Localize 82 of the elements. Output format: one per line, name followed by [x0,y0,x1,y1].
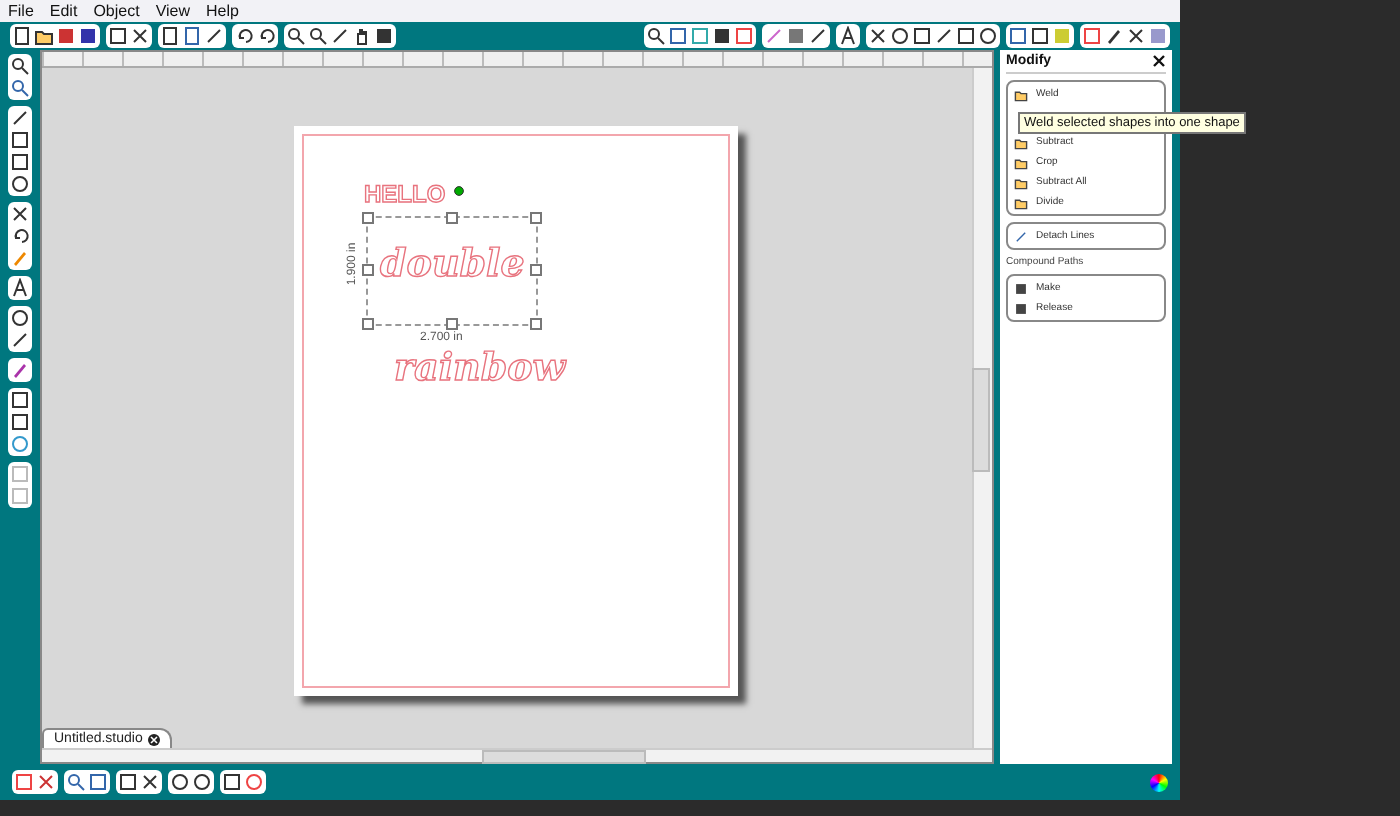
ellipse-icon[interactable] [10,174,30,194]
design-text: double [380,246,525,284]
grid-icon[interactable] [668,26,688,46]
knife-icon[interactable] [10,330,30,350]
point-edit-icon[interactable] [10,78,30,98]
trace-icon[interactable] [978,26,998,46]
pan-hand-icon[interactable] [352,26,372,46]
text-style-icon[interactable] [838,26,858,46]
draw-line-icon[interactable] [10,108,30,128]
curve-icon[interactable] [10,226,30,246]
rounded-rectangle-icon[interactable] [10,152,30,172]
save-icon[interactable] [56,26,76,46]
color-fill-icon[interactable] [10,360,30,380]
offset-icon[interactable] [1030,26,1050,46]
resize-handle[interactable] [362,318,374,330]
resize-handle[interactable] [362,264,374,276]
line-style-icon[interactable] [764,26,784,46]
cut-icon[interactable] [130,26,150,46]
design-text: rainbow [394,350,566,388]
store-icon[interactable] [10,412,30,432]
design-text: HELLO [364,182,446,206]
rotate-handle[interactable] [454,186,464,196]
zoom-in-icon[interactable] [286,26,306,46]
new-document-icon[interactable] [12,26,32,46]
resize-handle[interactable] [446,212,458,224]
pen-icon [1014,229,1028,243]
zoom-out-icon[interactable] [308,26,328,46]
knife-icon[interactable] [808,26,828,46]
hide-icon[interactable] [244,772,264,792]
copy-icon[interactable] [160,26,180,46]
line-color-icon[interactable] [734,26,754,46]
library-icon[interactable] [10,390,30,410]
fit-page-icon[interactable] [374,26,394,46]
color-wheel-icon[interactable] [1150,773,1168,791]
expand-icon[interactable] [1126,26,1146,46]
zoom-select-icon[interactable] [330,26,350,46]
group-icon[interactable] [14,772,34,792]
menu-item[interactable]: File [8,1,34,21]
replicate-icon[interactable] [956,26,976,46]
duplicate-icon[interactable] [88,772,108,792]
rotate-icon[interactable] [890,26,910,46]
ungroup-icon[interactable] [36,772,56,792]
unlink-icon[interactable] [192,772,212,792]
move-icon[interactable] [868,26,888,46]
delete-icon[interactable] [140,772,160,792]
resize-handle[interactable] [530,318,542,330]
paste-icon[interactable] [182,26,202,46]
modify-icon[interactable] [1008,26,1028,46]
resize-handle[interactable] [362,212,374,224]
shear-icon[interactable] [934,26,954,46]
print-icon[interactable] [108,26,128,46]
clear-icon[interactable] [204,26,224,46]
eyedropper-icon[interactable] [1104,26,1124,46]
menu-item[interactable]: Edit [49,1,78,21]
resize-handle[interactable] [446,318,458,330]
select-icon[interactable] [10,56,30,76]
page-setup-icon[interactable] [646,26,666,46]
align-icon[interactable] [786,26,806,46]
shapes-icon [1014,87,1028,101]
scroll-thumb[interactable] [972,368,990,472]
save-as-icon[interactable] [78,26,98,46]
menu-item[interactable]: View [155,1,191,21]
rectangle-icon[interactable] [10,130,30,150]
redo-icon[interactable] [256,26,276,46]
scroll-thumb[interactable] [482,750,646,764]
send-icon[interactable] [1082,26,1102,46]
menu-item[interactable]: Help [206,1,239,21]
link-icon[interactable] [170,772,190,792]
resize-handle[interactable] [530,212,542,224]
resize-handle[interactable] [530,264,542,276]
undo-icon[interactable] [234,26,254,46]
zoom-fit-icon[interactable] [66,772,86,792]
open-folder-icon[interactable] [34,26,54,46]
text-icon[interactable] [10,278,30,298]
eraser-icon[interactable] [10,308,30,328]
lock-icon[interactable] [222,772,242,792]
scale-icon[interactable] [912,26,932,46]
polygon-icon[interactable] [10,204,30,224]
release-icon[interactable] [118,772,138,792]
menu-item[interactable]: Object [93,1,140,21]
fill-icon[interactable] [712,26,732,46]
close-icon[interactable] [1152,54,1166,68]
